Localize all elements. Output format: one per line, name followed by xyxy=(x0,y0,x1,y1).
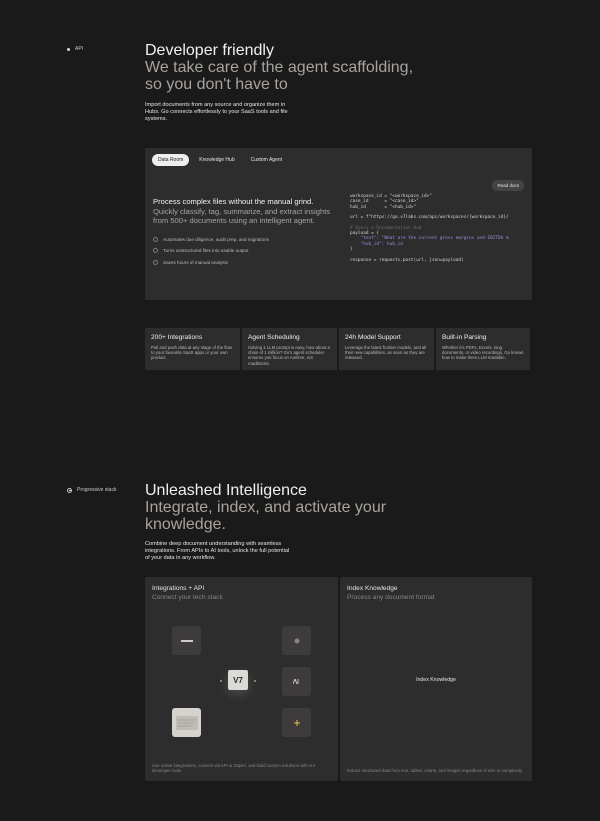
integration-screenshot-icon xyxy=(172,708,201,737)
hero-intelligence: Unleashed Intelligence Integrate, index,… xyxy=(145,482,435,562)
section-tag-api: API xyxy=(67,46,83,52)
card-title: Integrations + API xyxy=(152,585,205,592)
feature-title: Agent Scheduling xyxy=(248,334,300,341)
feature-title: 200+ Integrations xyxy=(151,334,203,341)
card-footer: Use native integrations, connect via API… xyxy=(152,762,316,773)
check-item: Automates due diligence, audit prep, and… xyxy=(153,236,333,242)
demo-tabs: Data Room Knowledge Hub Custom Agent xyxy=(152,154,288,166)
feature-card: Built-in Parsing Whether it's PDFs, Exce… xyxy=(436,328,530,370)
section-description: Combine deep document understanding with… xyxy=(145,541,290,561)
section-title: Developer friendly xyxy=(145,42,274,59)
card-subtitle: Process any document format xyxy=(347,594,435,601)
section-subtitle-2: so you don't have to xyxy=(145,76,288,93)
feature-row: 200+ Integrations Pull and push data at … xyxy=(145,328,530,370)
plus-icon xyxy=(293,719,300,726)
demo-subheading: Quickly classify, tag, summarize, and ex… xyxy=(153,206,331,226)
code-block: workspace_id = "<workspace_id>" case_id … xyxy=(350,194,509,263)
circle-check-icon xyxy=(153,248,158,253)
integrations-card: Integrations + API Connect your tech sta… xyxy=(145,577,338,781)
check-item: Turns unstructured files into usable out… xyxy=(153,248,333,253)
integration-sparkle-icon xyxy=(282,708,311,737)
check-label: Automates due diligence, audit prep, and… xyxy=(163,236,269,242)
demo-heading: Process complex files without the manual… xyxy=(153,197,314,206)
card-subtitle: Connect your tech stack xyxy=(152,594,223,601)
section-subtitle-1: Integrate, index, and activate your xyxy=(145,499,387,516)
check-item: Saves hours of manual analysis xyxy=(153,259,333,265)
feature-title: Built-in Parsing xyxy=(442,334,487,341)
document-preview-icon xyxy=(175,715,198,730)
integration-app-icon xyxy=(172,626,201,655)
v7-logo: V7 xyxy=(228,670,248,690)
circle-check-icon xyxy=(153,236,158,242)
demo-card: Data Room Knowledge Hub Custom Agent Pro… xyxy=(145,148,532,300)
circle-icon xyxy=(294,638,299,643)
check-list: Automates due diligence, audit prep, and… xyxy=(153,236,333,265)
feature-card: 200+ Integrations Pull and push data at … xyxy=(145,328,240,370)
tab-knowledge-hub[interactable]: Knowledge Hub xyxy=(193,154,240,166)
feature-card: Agent Scheduling Solving 1 LLM prompt is… xyxy=(242,328,337,370)
hero-developer: Developer friendly We take care of the a… xyxy=(145,42,435,123)
index-knowledge-card: Index Knowledge Process any document for… xyxy=(340,577,532,781)
index-knowledge-label: Index Knowledge xyxy=(416,677,456,683)
code-line: url = f"https://go.v7labs.com/api/worksp… xyxy=(350,215,509,221)
ai-icon xyxy=(293,679,299,684)
feature-card: 24h Model Support Leverage the latest fr… xyxy=(339,328,434,370)
code-line: response = requests.post(url, json=paylo… xyxy=(350,257,464,263)
integration-ai-icon xyxy=(282,667,311,696)
code-line: case_id = "<case_id>" xyxy=(350,199,419,205)
circle-check-icon xyxy=(153,259,158,265)
section-description: Import documents from any source and org… xyxy=(145,102,288,122)
code-panel: workspace_id = "<workspace_id>" case_id … xyxy=(345,178,532,300)
integration-globe-icon xyxy=(282,626,311,655)
code-line: hub_id = "<hub_id>" xyxy=(350,204,417,210)
tab-custom-agent[interactable]: Custom Agent xyxy=(245,154,288,166)
wordmark-icon xyxy=(180,639,193,642)
bullet-icon xyxy=(67,47,70,51)
section-title: Unleashed Intelligence xyxy=(145,482,307,499)
card-footer: Extract structured data from text, table… xyxy=(347,767,523,773)
check-label: Saves hours of manual analysis xyxy=(163,259,228,265)
feature-text: Leverage the latest frontier models, and… xyxy=(345,345,427,361)
card-title: Index Knowledge xyxy=(347,585,398,592)
section-tag-label: Progressive stack xyxy=(77,487,117,493)
feature-text: Solving 1 LLM prompt is easy, how about … xyxy=(248,345,330,366)
demo-description: Process complex files without the manual… xyxy=(153,197,333,271)
sparkle-icon xyxy=(67,487,72,493)
feature-text: Pull and push data at any stage of the f… xyxy=(151,345,232,361)
section-subtitle-2: knowledge. xyxy=(145,516,226,533)
code-line: } xyxy=(350,246,353,252)
check-label: Turns unstructured files into usable out… xyxy=(163,248,249,253)
feature-text: Whether it's PDFs, Excels, long document… xyxy=(442,345,524,361)
section-tag-label: API xyxy=(75,46,84,52)
section-tag-progressive: Progressive stack xyxy=(67,487,116,493)
code-line: "text": "What are the current gross marg… xyxy=(350,236,509,242)
code-line: "hub_id": hub_id xyxy=(350,241,403,247)
section-subtitle-1: We take care of the agent scaffolding, xyxy=(145,59,414,76)
feature-title: 24h Model Support xyxy=(345,334,401,341)
tab-data-room[interactable]: Data Room xyxy=(152,154,190,166)
